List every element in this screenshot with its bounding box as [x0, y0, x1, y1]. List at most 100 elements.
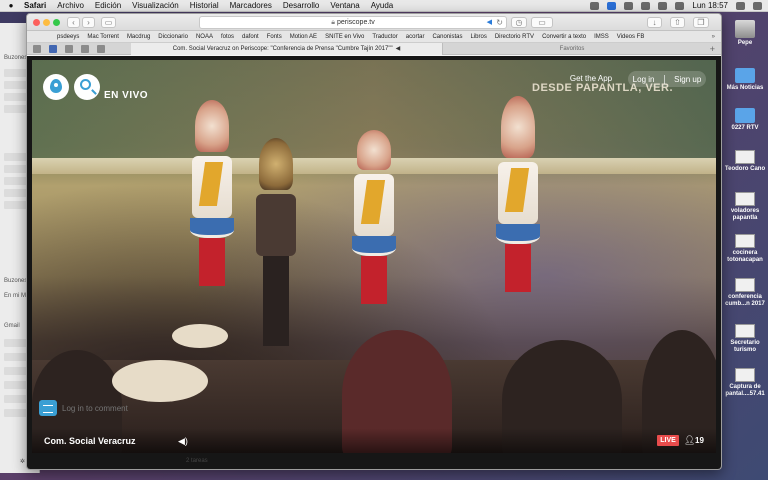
notification-center-icon[interactable]	[753, 1, 762, 10]
tab-bar: Com. Social Veracruz on Periscope: "Conf…	[27, 43, 721, 55]
downloads-icon[interactable]: ↓	[647, 17, 662, 28]
desktop-file-conferencia[interactable]: conferencia cumb...n 2017	[722, 278, 768, 308]
battery-icon[interactable]	[675, 1, 685, 10]
lock-icon: 🔒︎	[331, 19, 335, 26]
favorite-link[interactable]: Fonts	[267, 34, 282, 40]
broadcaster-name[interactable]: Com. Social Veracruz	[44, 436, 136, 446]
browser-toolbar: ‹ › ▭ 🔒︎ periscope.tv ◀︎ ↻ ◷ ▭ ↓ ⇧ ❐	[27, 14, 721, 31]
video-hat	[172, 324, 228, 348]
menu-historial[interactable]: Historial	[190, 1, 219, 10]
pinned-site-icon[interactable]	[81, 45, 89, 53]
reload-icon[interactable]: ↻	[496, 17, 503, 28]
comment-icon[interactable]	[39, 400, 57, 416]
comment-input[interactable]	[62, 403, 212, 414]
favorite-link[interactable]: Traductor	[372, 34, 397, 40]
zoom-window-button[interactable]	[53, 19, 60, 26]
new-tab-button[interactable]: +	[710, 43, 715, 55]
dropbox-icon[interactable]	[590, 1, 600, 10]
periscope-logo-icon[interactable]	[43, 74, 69, 100]
favorite-link[interactable]: dafont	[242, 34, 259, 40]
menu-ventana[interactable]: Ventana	[330, 1, 359, 10]
menu-desarrollo[interactable]: Desarrollo	[283, 1, 319, 10]
clock[interactable]: Lun 18:57	[692, 1, 728, 10]
viewers-icon: 👤︎	[684, 435, 696, 445]
get-app-button[interactable]: Get the App	[560, 71, 622, 87]
favorites-bar: psdeeys Mac Torrent Macdrug Diccionario …	[27, 31, 721, 43]
airplay-icon[interactable]: ▭	[531, 17, 553, 28]
tab-favoritos[interactable]: Favoritos	[443, 43, 701, 55]
apple-menu-icon[interactable]: ●	[6, 1, 16, 10]
share-icon[interactable]: ⇧	[670, 17, 685, 28]
video-dancer	[190, 100, 234, 286]
auth-pill: Log in Sign up	[628, 71, 706, 87]
menu-app-name[interactable]: Safari	[24, 1, 46, 10]
desktop-folder-0227-rtv[interactable]: 0227 RTV	[722, 108, 768, 132]
favorite-link[interactable]: SNITE en Vivo	[325, 34, 364, 40]
tab-periscope[interactable]: Com. Social Veracruz on Periscope: "Conf…	[131, 43, 443, 55]
pinned-site-icon[interactable]	[33, 45, 41, 53]
desktop-folder-mas-noticias[interactable]: Más Noticias	[722, 68, 768, 92]
facebook-icon[interactable]	[49, 45, 57, 53]
tab-title: Com. Social Veracruz on Periscope: "Conf…	[172, 46, 393, 52]
menu-ayuda[interactable]: Ayuda	[371, 1, 394, 10]
live-badge: LIVE	[657, 435, 679, 446]
address-bar[interactable]: 🔒︎ periscope.tv ◀︎ ↻	[199, 16, 507, 29]
show-tabs-icon[interactable]: ❐	[693, 17, 709, 28]
login-button[interactable]: Log in	[633, 75, 655, 84]
gear-icon[interactable]: ✲	[20, 458, 25, 465]
spotlight-icon[interactable]	[736, 1, 745, 10]
desktop-file-secretario[interactable]: Secretario turismo	[722, 324, 768, 354]
pinned-site-icon[interactable]	[65, 45, 73, 53]
video-dancer	[496, 96, 540, 292]
mailbox-header: Buzones	[4, 278, 28, 284]
tab-speaker-icon[interactable]: ◀︎	[396, 46, 401, 52]
folder-icon	[735, 108, 755, 123]
back-button[interactable]: ‹	[67, 17, 80, 28]
pinned-site-icon[interactable]	[97, 45, 105, 53]
status-app-icon[interactable]	[607, 1, 617, 10]
favorite-link[interactable]: Directorio RTV	[495, 34, 534, 40]
wifi-icon[interactable]	[658, 1, 668, 10]
desktop-file-teodoro-cano[interactable]: Teodoro Cano	[722, 150, 768, 173]
favorite-link[interactable]: NOAA	[196, 34, 213, 40]
menu-archivo[interactable]: Archivo	[57, 1, 84, 10]
favorite-link[interactable]: psdeeys	[57, 34, 79, 40]
desktop-file-voladores[interactable]: voladores papantla	[722, 192, 768, 222]
favorite-link[interactable]: fotos	[221, 34, 234, 40]
minimize-window-button[interactable]	[43, 19, 50, 26]
favorite-link[interactable]: Canonistas	[432, 34, 462, 40]
live-label: EN VIVO	[104, 90, 149, 101]
menu-edicion[interactable]: Edición	[95, 1, 121, 10]
close-window-button[interactable]	[33, 19, 40, 26]
favorite-link[interactable]: Libros	[470, 34, 486, 40]
forward-button[interactable]: ›	[82, 17, 95, 28]
desktop-file-cocinera[interactable]: cocinera totonacapan	[722, 234, 768, 264]
sidebar-toggle-icon[interactable]: ▭	[101, 17, 116, 28]
timemachine-icon[interactable]	[641, 1, 651, 10]
menu-visualizacion[interactable]: Visualización	[132, 1, 179, 10]
signup-button[interactable]: Sign up	[674, 75, 701, 84]
desktop-file-captura[interactable]: Captura de pantal....57.41	[722, 368, 768, 398]
favorite-link[interactable]: acortar	[406, 34, 425, 40]
favorite-link[interactable]: Videos FB	[617, 34, 645, 40]
task-status: 2 tareas	[186, 458, 208, 464]
more-favorites-icon[interactable]: »	[712, 34, 715, 40]
safari-window: ‹ › ▭ 🔒︎ periscope.tv ◀︎ ↻ ◷ ▭ ↓ ⇧ ❐ psde…	[26, 13, 722, 470]
desktop-drive-pepe[interactable]: Pepe	[722, 20, 768, 47]
favorite-link[interactable]: Convertir a texto	[542, 34, 586, 40]
status-icons: Lun 18:57	[590, 1, 762, 10]
video-player[interactable]: EN VIVO DESDE PAPANTLA, VER. Get the App…	[32, 60, 716, 453]
volume-icon[interactable]: ◀︎)	[178, 436, 188, 447]
video-hat	[112, 360, 208, 402]
favorite-link[interactable]: Motion AE	[290, 34, 317, 40]
favorite-link[interactable]: IMSS	[594, 34, 609, 40]
menu-marcadores[interactable]: Marcadores	[230, 1, 272, 10]
favorite-link[interactable]: Diccionario	[158, 34, 188, 40]
mailbox-header: En mi M	[4, 293, 27, 299]
favorite-link[interactable]: Mac Torrent	[87, 34, 119, 40]
search-icon[interactable]	[74, 74, 100, 100]
extension-clock-icon[interactable]: ◷	[511, 17, 527, 28]
favorite-link[interactable]: Macdrug	[127, 34, 150, 40]
tab-audio-icon[interactable]: ◀︎	[487, 17, 492, 28]
display-icon[interactable]	[624, 1, 634, 10]
